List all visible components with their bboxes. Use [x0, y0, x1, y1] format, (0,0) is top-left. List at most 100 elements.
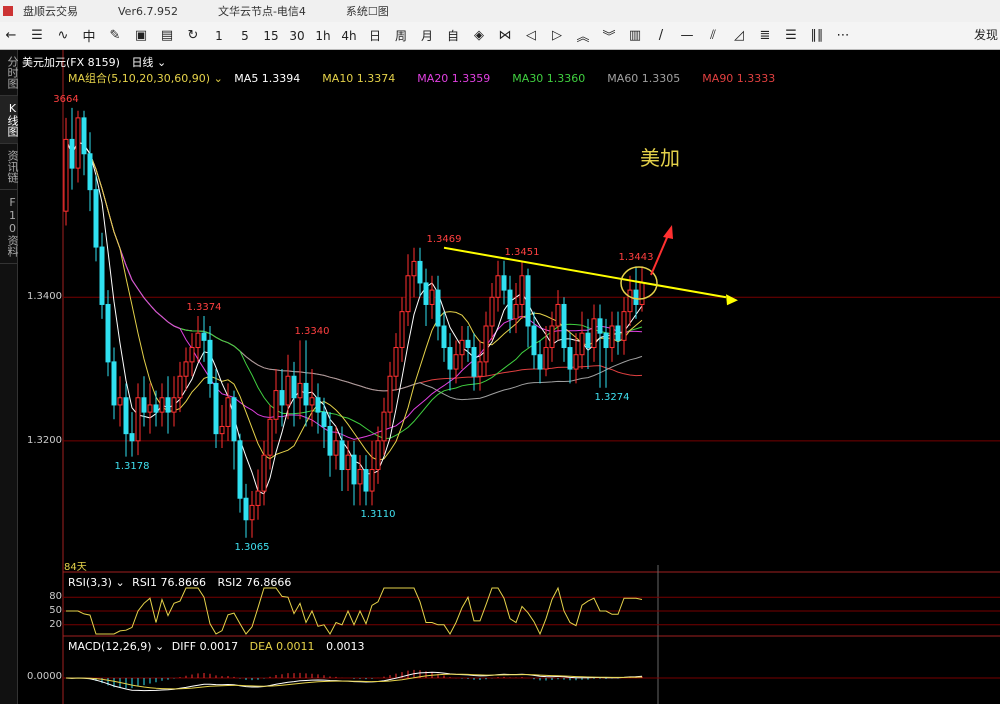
candle-body — [159, 397, 165, 413]
candle-body — [267, 418, 273, 456]
candle-body — [555, 303, 561, 327]
period-button-3[interactable]: 30 — [286, 25, 308, 47]
rsi-tick-label: 50 — [49, 605, 62, 616]
candle-body — [231, 397, 237, 442]
candle-body — [393, 347, 399, 377]
draw-button[interactable]: ✎ — [104, 25, 126, 47]
more-button[interactable]: ⋯ — [832, 25, 854, 47]
price-extreme-label: 1.3110 — [360, 509, 396, 521]
back-button[interactable]: ← — [0, 25, 22, 47]
layout-button[interactable]: ▥ — [624, 25, 646, 47]
period-button-8[interactable]: 月 — [416, 25, 438, 47]
up-button[interactable]: ︽ — [572, 25, 594, 47]
chevron-down-icon[interactable]: ⌄ — [115, 576, 124, 589]
resistance-trendline — [443, 246, 727, 299]
breakout-arrowhead — [663, 224, 673, 239]
ma-legend-item: MA5 1.3394 — [234, 72, 301, 85]
price-extreme-label: 1.3451 — [504, 246, 540, 258]
candle-body — [195, 332, 201, 349]
side-tab-3[interactable]: F10资料 — [0, 190, 19, 264]
fib-tool-button[interactable]: ◿ — [728, 25, 750, 47]
toolbar: ← ☰ ∿ 中 ✎ ▣ ▤ ↻ 1 5 15 30 1h 4h 日周月自 ◈ ⋈ ◁ ▷ ︽ ︾ ▥ / — ⫽ ◿ ≣ ☰ ∥∥ ⋯ 发现 — [0, 22, 1000, 50]
chart-canvas[interactable] — [18, 50, 1000, 704]
ma-group-label[interactable]: MA组合(5,10,20,30,60,90) — [68, 72, 210, 85]
candle-body — [171, 397, 177, 413]
side-tab-1[interactable]: K线图 — [0, 96, 19, 144]
candle-body — [453, 354, 459, 370]
period-button-6[interactable]: 日 — [364, 25, 386, 47]
price-tick-label: 1.3200 — [27, 434, 62, 446]
candle-body — [207, 339, 213, 384]
refresh-button[interactable]: ↻ — [182, 25, 204, 47]
left-button[interactable]: ◁ — [520, 25, 542, 47]
crosshair-button[interactable]: ◈ — [468, 25, 490, 47]
candle-body — [183, 361, 189, 377]
macd-zero-label: 0.0000 — [27, 671, 62, 682]
candle-body — [165, 397, 171, 413]
candle-body — [243, 497, 249, 521]
macd-label[interactable]: MACD(12,26,9) — [68, 640, 152, 653]
system-menu[interactable]: 系统☐图 — [346, 3, 389, 19]
side-tab-0[interactable]: 分时图 — [0, 50, 19, 96]
chevron-down-icon[interactable]: ⌄ — [157, 56, 166, 69]
right-button[interactable]: ▷ — [546, 25, 568, 47]
breakout-arrow — [650, 232, 670, 276]
candle-body — [519, 275, 525, 305]
chevron-down-icon[interactable]: ⌄ — [214, 72, 223, 85]
channel-tool-button[interactable]: ⫽ — [702, 25, 724, 47]
candle-body — [303, 382, 309, 406]
discover-button[interactable]: 发现 — [974, 26, 998, 43]
candle-body — [309, 397, 315, 406]
period-button-5[interactable]: 4h — [338, 25, 360, 47]
save-button[interactable]: ▤ — [156, 25, 178, 47]
candle-body — [465, 339, 471, 349]
period-button-9[interactable]: 自 — [442, 25, 464, 47]
candle-body — [153, 404, 159, 413]
candle-body — [333, 440, 339, 456]
split-button[interactable]: ⋈ — [494, 25, 516, 47]
ma30-line — [65, 139, 643, 439]
candle-body — [261, 454, 267, 492]
candle-body — [87, 153, 93, 191]
candle-body — [93, 189, 99, 248]
symbol-name[interactable]: 美元加元(FX 8159) — [22, 56, 120, 69]
list-button[interactable]: ☰ — [26, 25, 48, 47]
bars-tool-button[interactable]: ∥∥ — [806, 25, 828, 47]
ma-legend-item: MA90 1.3333 — [702, 72, 776, 85]
lines-tool-button[interactable]: ☰ — [780, 25, 802, 47]
candle-body — [627, 289, 633, 313]
candle-body — [429, 289, 435, 305]
side-tabs: 分时图 K线图 资讯链 F10资料 — [0, 50, 19, 704]
period-button-2[interactable]: 15 — [260, 25, 282, 47]
period-button-7[interactable]: 周 — [390, 25, 412, 47]
grid-tool-button[interactable]: ≣ — [754, 25, 776, 47]
ma-legend-item: MA20 1.3359 — [417, 72, 491, 85]
period-selector[interactable]: 日线 — [131, 56, 153, 69]
screen-button[interactable]: ▣ — [130, 25, 152, 47]
macd-value: 0.0013 — [326, 640, 365, 653]
candle-body — [507, 289, 513, 320]
candle-body — [585, 332, 591, 349]
candle-body — [375, 440, 381, 471]
candle-body — [573, 354, 579, 370]
candle-button[interactable]: 中 — [78, 25, 100, 47]
macd-legend: MACD(12,26,9) ⌄ DIFF 0.0017 DEA 0.0011 0… — [68, 640, 365, 654]
down-button[interactable]: ︾ — [598, 25, 620, 47]
rsi-label[interactable]: RSI(3,3) — [68, 576, 112, 589]
kline-chart[interactable]: 美元加元(FX 8159) 日线 ⌄ MA组合(5,10,20,30,60,90… — [18, 50, 1000, 704]
line-tool-button[interactable]: / — [650, 25, 672, 47]
line-chart-button[interactable]: ∿ — [52, 25, 74, 47]
period-button-0[interactable]: 1 — [208, 25, 230, 47]
chart-annotation: 美加 — [640, 146, 680, 170]
side-tab-2[interactable]: 资讯链 — [0, 144, 19, 190]
period-button-4[interactable]: 1h — [312, 25, 334, 47]
server-node[interactable]: 文华云节点-电信4 — [218, 3, 306, 19]
candle-body — [615, 325, 621, 341]
candle-body — [273, 390, 279, 420]
candle-body — [411, 260, 417, 277]
ma-legend-item: MA60 1.3305 — [607, 72, 681, 85]
chevron-down-icon[interactable]: ⌄ — [155, 640, 164, 653]
hline-tool-button[interactable]: — — [676, 25, 698, 47]
candle-body — [327, 425, 333, 456]
period-button-1[interactable]: 5 — [234, 25, 256, 47]
